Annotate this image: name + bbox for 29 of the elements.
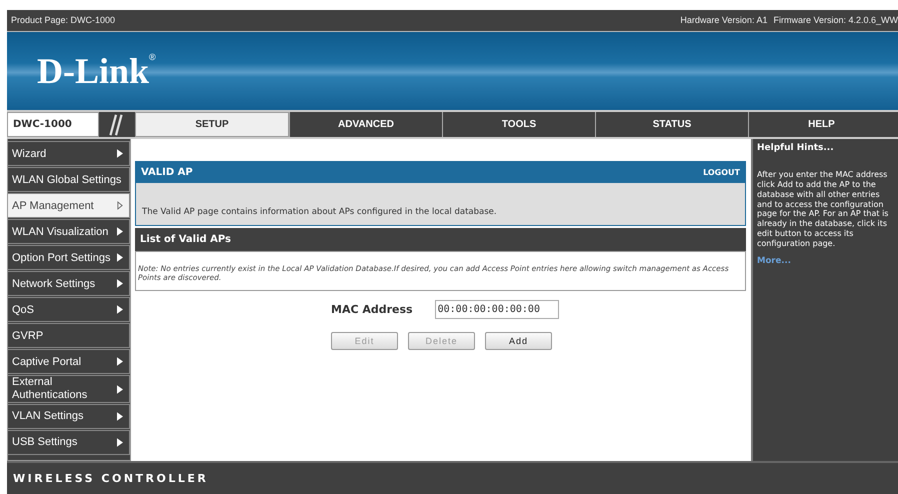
sidebar-item[interactable]: Network Settings [8, 271, 130, 296]
firmware-version: Firmware Version: 4.2.0.6_WW [773, 15, 898, 26]
help-title: Helpful Hints... [757, 143, 835, 154]
logo: D-Link$^{®}$ [37, 52, 156, 89]
list-title: List of Valid APs [140, 234, 231, 246]
hardware-version: Hardware Version: A1 [680, 15, 768, 26]
model-label: DWC-1000 [7, 112, 99, 138]
sidebar-item[interactable]: AP Management [8, 193, 130, 218]
sidebar-item[interactable]: QoS [8, 297, 130, 322]
sidebar-item[interactable]: USB Settings [8, 430, 130, 455]
mac-address-field[interactable]: 00:00:00:00:00:00 [434, 300, 559, 320]
field-label: MAC Address [331, 303, 413, 316]
more-link[interactable]: More... [757, 256, 791, 266]
sidebar-item[interactable]: GVRP [8, 323, 130, 348]
logout-link[interactable]: LOGOUT [703, 168, 740, 178]
product-label: Product Page: DWC-1000 [11, 15, 116, 26]
form-button[interactable]: Add [485, 332, 552, 350]
sidebar-item[interactable]: WLAN Visualization [8, 219, 130, 244]
sidebar-item[interactable]: VLAN Settings [8, 404, 130, 429]
sidebar-item[interactable]: WLAN Global Settings [8, 167, 130, 192]
nav-tab[interactable]: SETUP [135, 112, 289, 138]
description-text: The Valid AP page contains information about APs configured in the local database. [142, 207, 497, 218]
section-title: VALID AP [141, 167, 193, 178]
sidebar-item[interactable]: Option Port Settings [8, 245, 130, 270]
help-text: After you enter the MAC address click Add to add the AP to the database with all other entries and to access the configuration page for the AP. For an AP that is already in the database, click its edit button to access its configuration page. [757, 170, 890, 248]
sidebar-item[interactable]: Captive Portal [8, 349, 130, 374]
footer-title: WIRELESS CONTROLLER [13, 472, 208, 486]
sidebar-item[interactable]: External Authentications [8, 375, 130, 403]
sidebar-item[interactable]: Wizard [8, 141, 130, 166]
